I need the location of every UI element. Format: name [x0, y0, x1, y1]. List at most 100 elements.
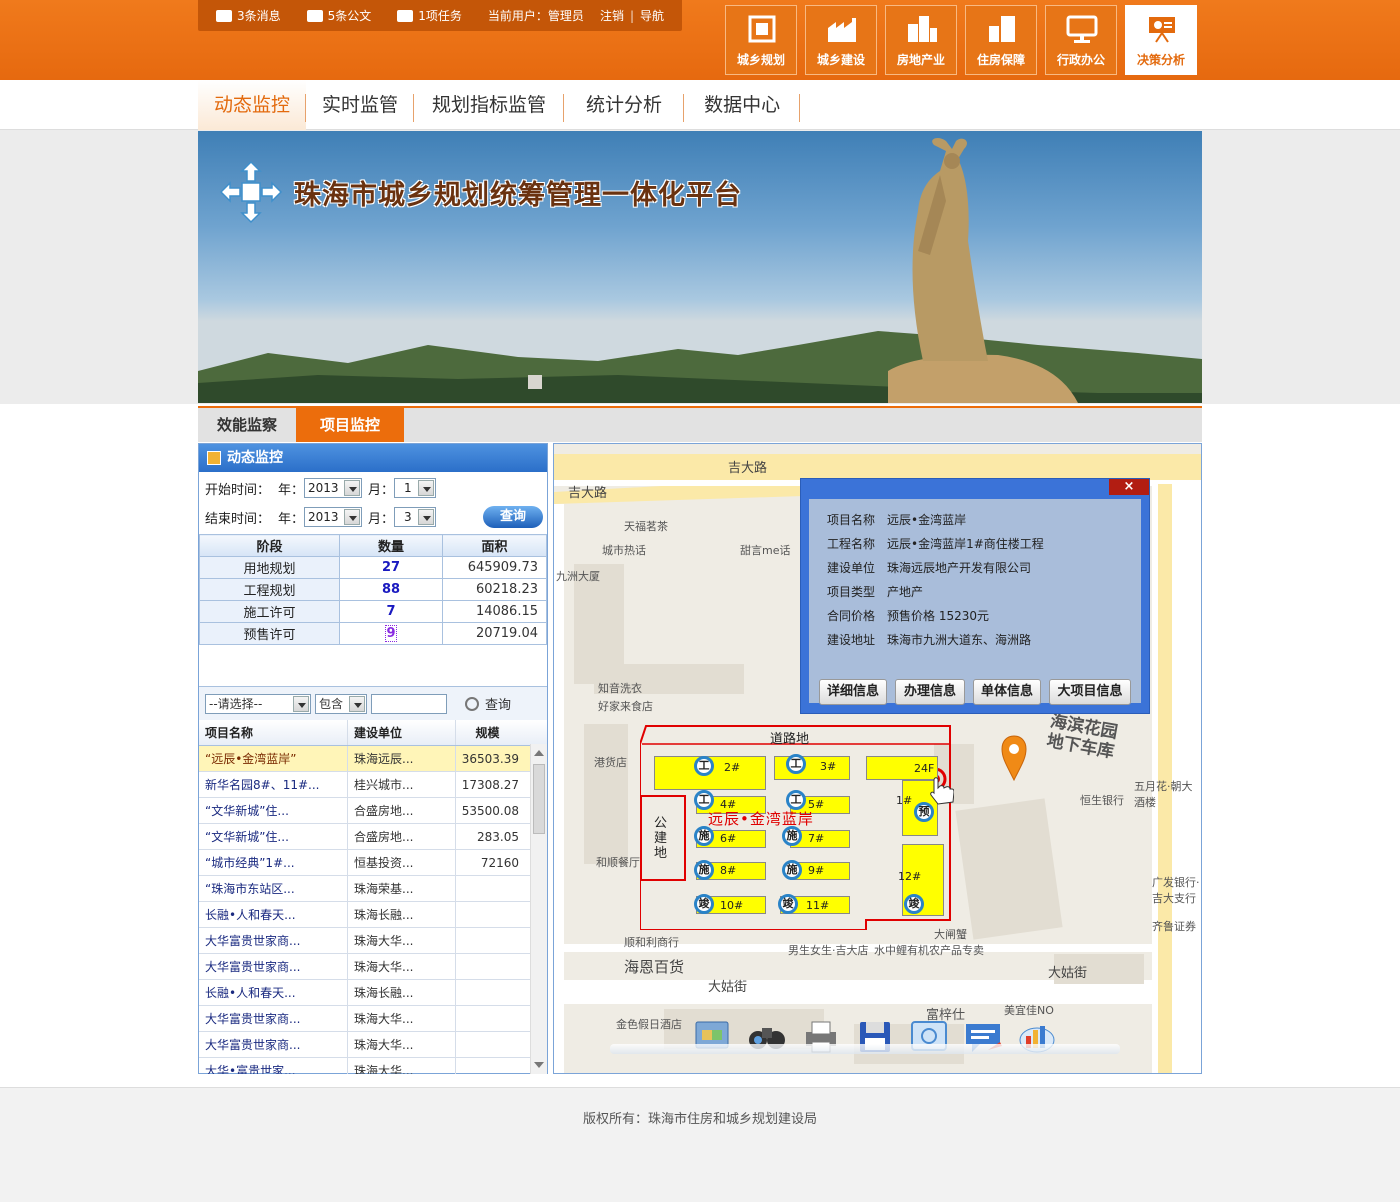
project-scale: 36503.39	[455, 746, 523, 771]
end-month-select[interactable]: 3	[394, 507, 437, 527]
list-item[interactable]: 大华•富贵世家... 珠海大华...	[199, 1058, 547, 1074]
tab-planning-index[interactable]: 规划指标监管	[414, 80, 565, 130]
module-planning[interactable]: 城乡规划	[725, 5, 797, 75]
status-marker-construction[interactable]: 工	[694, 790, 714, 810]
status-marker-construction[interactable]: 工	[786, 754, 806, 774]
filter-query-button[interactable]: 查询	[465, 694, 511, 713]
project-unit: 珠海大华...	[347, 1006, 455, 1031]
list-item[interactable]: 长融•人和春天... 珠海长融...	[199, 980, 547, 1006]
list-item[interactable]: 大华富贵世家商... 珠海大华...	[199, 928, 547, 954]
status-marker-construction[interactable]: 工	[786, 790, 806, 810]
module-decision[interactable]: 决策分析	[1125, 5, 1197, 75]
search-icon	[465, 696, 479, 711]
status-marker-construction[interactable]: 工	[694, 756, 714, 776]
platform-title: 珠海市城乡规划统筹管理一体化平台	[294, 180, 742, 211]
count-link[interactable]: 27	[339, 556, 443, 579]
list-item[interactable]: 大华富贵世家商... 珠海大华...	[199, 1032, 547, 1058]
list-item[interactable]: 新华名园8#、11#... 桂兴城市... 17308.27	[199, 772, 547, 798]
status-marker-permit[interactable]: 施	[694, 860, 714, 880]
poi-label: 金色假日酒店	[616, 1018, 682, 1031]
module-realestate[interactable]: 房地产业	[885, 5, 957, 75]
status-marker-completed[interactable]: 竣	[694, 894, 714, 914]
end-year-select[interactable]: 2013	[304, 507, 363, 527]
unit-info-button[interactable]: 单体信息	[973, 679, 1041, 705]
match-mode-select[interactable]: 包含	[315, 693, 367, 714]
info-label: 合同价格	[827, 609, 876, 623]
list-item[interactable]: “珠海市东站区... 珠海荣基...	[199, 876, 547, 902]
module-office[interactable]: 行政办公	[1045, 5, 1117, 75]
status-marker-completed[interactable]: 竣	[904, 894, 924, 914]
navigate-link[interactable]: 导航	[640, 7, 664, 24]
tab-statistics[interactable]: 统计分析	[564, 80, 685, 130]
match-mode-value: 包含	[319, 697, 344, 711]
project-unit: 珠海大华...	[347, 1058, 455, 1074]
start-year-select[interactable]: 2013	[304, 478, 363, 498]
project-scale	[455, 902, 523, 927]
info-value: 珠海市九洲大道东、海洲路	[887, 633, 1032, 647]
list-item[interactable]: “文华新城”住... 合盛房地... 53500.08	[199, 798, 547, 824]
process-info-button[interactable]: 办理信息	[895, 679, 965, 705]
project-unit: 珠海大华...	[347, 1032, 455, 1057]
table-row[interactable]: 用地规划 27 645909.73	[199, 556, 547, 579]
year-label: 年：	[278, 482, 305, 498]
tab-project-monitoring[interactable]: 项目监控	[296, 408, 404, 442]
building-number: 11#	[806, 899, 830, 912]
count-link[interactable]: 88	[339, 578, 443, 601]
major-project-info-button[interactable]: 大项目信息	[1049, 679, 1131, 705]
logout-link[interactable]: 注销	[600, 7, 624, 24]
list-item[interactable]: 大华富贵世家商... 珠海大华...	[199, 954, 547, 980]
table-row[interactable]: 工程规划 88 60218.23	[199, 578, 547, 601]
tab-dynamic-monitoring[interactable]: 动态监控	[198, 80, 307, 130]
tab-realtime-supervision[interactable]: 实时监管	[306, 80, 415, 130]
notices-link[interactable]: 5条公文	[306, 7, 371, 24]
info-value: 预售价格 15230元	[887, 609, 989, 623]
status-marker-completed[interactable]: 竣	[778, 894, 798, 914]
building-3[interactable]	[774, 756, 850, 780]
module-housing[interactable]: 住房保障	[965, 5, 1037, 75]
start-month-select[interactable]: 1	[394, 478, 437, 498]
area-cell: 14086.15	[442, 600, 547, 623]
scroll-down-icon[interactable]	[534, 1062, 544, 1068]
info-row: 工程名称 远辰•金湾蓝岸1#商住楼工程	[827, 535, 1044, 552]
poi-label: 海恩百货	[624, 958, 685, 976]
public-land-label: 公建地	[654, 816, 668, 861]
list-item[interactable]: “文华新城”住... 合盛房地... 283.05	[199, 824, 547, 850]
info-label: 建设单位	[827, 561, 876, 575]
list-item[interactable]: “城市经典”1#... 恒基投资... 72160	[199, 850, 547, 876]
tab-data-center[interactable]: 数据中心	[684, 80, 801, 130]
project-list-scrollbar[interactable]	[530, 744, 547, 1074]
location-pin-icon[interactable]	[1000, 734, 1028, 782]
module-label: 城乡建设	[816, 53, 865, 67]
detail-info-button[interactable]: 详细信息	[819, 679, 887, 705]
count-link[interactable]: 7	[339, 600, 443, 623]
field-select[interactable]: --请选择--	[205, 693, 311, 714]
map-view[interactable]: 吉大路 吉大路 大姑街 大姑街 天福茗茶 城市热话 甜言me话 九洲大厦 知音洗…	[553, 443, 1202, 1074]
list-item[interactable]: 长融•人和春天... 珠海长融...	[199, 902, 547, 928]
query-button[interactable]: 查询	[483, 506, 543, 528]
table-row[interactable]: 预售许可 9 20719.04	[199, 622, 547, 645]
info-row: 建设单位 珠海远辰地产开发有限公司	[827, 559, 1031, 576]
building-number: 12#	[898, 870, 922, 883]
list-item[interactable]: 大华富贵世家商... 珠海大华...	[199, 1006, 547, 1032]
tab-efficiency-supervision[interactable]: 效能监察	[198, 408, 296, 442]
project-unit: 珠海长融...	[347, 980, 455, 1005]
messages-link[interactable]: 3条消息	[216, 7, 281, 24]
close-button[interactable]: ×	[1109, 479, 1149, 495]
tasks-link[interactable]: 1项任务	[397, 7, 462, 24]
module-construction[interactable]: 城乡建设	[805, 5, 877, 75]
module-nav: 城乡规划 城乡建设 房地产业 住房保障 行政办公 决策分析	[725, 5, 1205, 75]
status-marker-permit[interactable]: 施	[782, 826, 802, 846]
table-row[interactable]: 施工许可 7 14086.15	[199, 600, 547, 623]
list-item[interactable]: “远辰•金湾蓝岸” 珠海远辰... 36503.39	[199, 746, 547, 772]
project-site-plan[interactable]: 道路地 公建地 2# 3# 24F 4# 5# 1# 6# 7# 8# 9# 1…	[640, 724, 954, 930]
copyright-text: 版权所有：珠海市住房和城乡规划建设局	[582, 1112, 817, 1127]
project-name-label: 远辰•金湾蓝岸	[708, 810, 814, 828]
filter-input[interactable]	[371, 693, 447, 714]
status-marker-permit[interactable]: 施	[782, 860, 802, 880]
scroll-up-icon[interactable]	[534, 750, 544, 756]
status-marker-permit[interactable]: 施	[694, 826, 714, 846]
count-link[interactable]: 9	[339, 622, 443, 645]
scroll-thumb[interactable]	[533, 764, 545, 834]
header-stage: 阶段	[199, 534, 340, 557]
count-link-focused[interactable]: 9	[385, 625, 397, 642]
